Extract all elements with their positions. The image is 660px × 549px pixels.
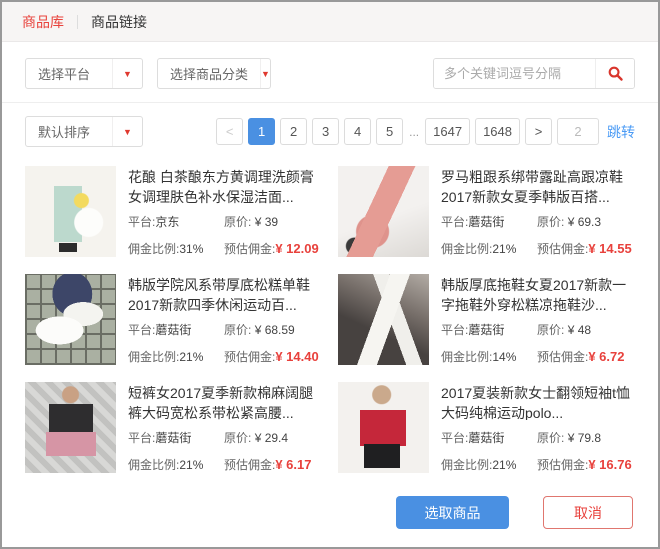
category-select-label: 选择商品分类 — [158, 64, 260, 83]
pagination-ellipsis: ... — [408, 125, 420, 139]
tab-product-link[interactable]: 商品链接 — [91, 12, 147, 32]
next-page-button[interactable]: > — [525, 118, 552, 145]
product-title: 罗马粗跟系绑带露趾高跟凉鞋2017新款女夏季韩版百搭... — [441, 167, 635, 204]
product-title: 韩版学院风系带厚底松糕单鞋2017新款四季休闲运动百... — [128, 275, 322, 312]
product-image-pink-shorts-outfit — [25, 382, 116, 473]
search-button[interactable] — [595, 59, 634, 88]
product-title: 2017夏装新款女士翻领短袖t恤大码纯棉运动polo... — [441, 383, 635, 420]
caret-down-icon: ▼ — [260, 59, 270, 88]
product-commission-rate: 佣金比例:14% — [441, 348, 537, 365]
page-button-3[interactable]: 3 — [312, 118, 339, 145]
filter-row: 选择平台 ▼ 选择商品分类 ▼ — [2, 42, 658, 103]
product-title: 花酿 白茶酿东方黄调理洗颜膏 女调理肤色补水保湿洁面... — [128, 167, 322, 204]
product-image-white-platform-slippers — [338, 274, 429, 365]
product-commission-rate: 佣金比例:31% — [128, 240, 224, 257]
product-card[interactable]: 韩版厚底拖鞋女夏2017新款一字拖鞋外穿松糕凉拖鞋沙... 平台:蘑菇街 原价:… — [338, 274, 635, 365]
product-commission-rate: 佣金比例:21% — [128, 348, 224, 365]
page-button-2[interactable]: 2 — [280, 118, 307, 145]
category-select[interactable]: 选择商品分类 ▼ — [157, 58, 271, 89]
product-commission-rate: 佣金比例:21% — [441, 456, 537, 473]
select-products-button[interactable]: 选取商品 — [396, 496, 509, 529]
platform-select-label: 选择平台 — [26, 64, 112, 83]
product-image-red-polo-shirt — [338, 382, 429, 473]
product-card[interactable]: 2017夏装新款女士翻领短袖t恤大码纯棉运动polo... 平台:蘑菇街 原价:… — [338, 382, 635, 473]
product-commission-rate: 佣金比例:21% — [441, 240, 537, 257]
product-card[interactable]: 罗马粗跟系绑带露趾高跟凉鞋2017新款女夏季韩版百搭... 平台:蘑菇街 原价:… — [338, 166, 635, 257]
search-icon — [607, 65, 624, 82]
product-platform: 平台:蘑菇街 — [128, 321, 224, 338]
product-est-commission: 预估佣金:¥ 6.17 — [224, 456, 322, 473]
product-est-commission: 预估佣金:¥ 12.09 — [224, 240, 322, 257]
product-commission-rate: 佣金比例:21% — [128, 456, 224, 473]
platform-select[interactable]: 选择平台 ▼ — [25, 58, 143, 89]
product-est-commission: 预估佣金:¥ 14.55 — [537, 240, 635, 257]
tab-bar: 商品库 商品链接 — [2, 2, 658, 42]
product-card[interactable]: 韩版学院风系带厚底松糕单鞋2017新款四季休闲运动百... 平台:蘑菇街 原价:… — [25, 274, 322, 365]
product-price: 原价: ¥ 69.3 — [537, 213, 635, 230]
page-button-1647[interactable]: 1647 — [425, 118, 470, 145]
jump-page-input[interactable] — [557, 118, 599, 145]
dialog-footer: 选取商品 取消 — [2, 480, 658, 547]
product-card[interactable]: 花酿 白茶酿东方黄调理洗颜膏 女调理肤色补水保湿洁面... 平台:京东 原价: … — [25, 166, 322, 257]
search-box — [433, 58, 635, 89]
page-button-1648[interactable]: 1648 — [475, 118, 520, 145]
tab-divider — [77, 15, 78, 29]
product-platform: 平台:蘑菇街 — [441, 321, 537, 338]
product-est-commission: 预估佣金:¥ 16.76 — [537, 456, 635, 473]
prev-page-button[interactable]: < — [216, 118, 243, 145]
product-price: 原价: ¥ 39 — [224, 213, 322, 230]
product-price: 原价: ¥ 29.4 — [224, 429, 322, 446]
search-input[interactable] — [434, 59, 595, 88]
product-price: 原价: ¥ 48 — [537, 321, 635, 338]
product-est-commission: 预估佣金:¥ 14.40 — [224, 348, 322, 365]
product-platform: 平台:蘑菇街 — [128, 429, 224, 446]
product-image-cosmetic-tube — [25, 166, 116, 257]
product-image-pink-high-heel-sandals — [338, 166, 429, 257]
product-price: 原价: ¥ 68.59 — [224, 321, 322, 338]
tab-product-library[interactable]: 商品库 — [22, 12, 64, 32]
product-card[interactable]: 短裤女2017夏季新款棉麻阔腿裤大码宽松系带松紧高腰... 平台:蘑菇街 原价:… — [25, 382, 322, 473]
caret-down-icon: ▼ — [112, 117, 142, 146]
product-picker-dialog: 商品库 商品链接 选择平台 ▼ 选择商品分类 ▼ 默认排序 ▼ — [0, 0, 660, 549]
product-title: 短裤女2017夏季新款棉麻阔腿裤大码宽松系带松紧高腰... — [128, 383, 322, 420]
product-title: 韩版厚底拖鞋女夏2017新款一字拖鞋外穿松糕凉拖鞋沙... — [441, 275, 635, 312]
sort-select[interactable]: 默认排序 ▼ — [25, 116, 143, 147]
product-price: 原价: ¥ 79.8 — [537, 429, 635, 446]
product-grid: 花酿 白茶酿东方黄调理洗颜膏 女调理肤色补水保湿洁面... 平台:京东 原价: … — [2, 160, 658, 480]
page-button-5[interactable]: 5 — [376, 118, 403, 145]
jump-button[interactable]: 跳转 — [607, 122, 635, 142]
page-button-4[interactable]: 4 — [344, 118, 371, 145]
caret-down-icon: ▼ — [112, 59, 142, 88]
cancel-button[interactable]: 取消 — [543, 496, 633, 529]
product-image-white-platform-sneakers — [25, 274, 116, 365]
product-est-commission: 预估佣金:¥ 6.72 — [537, 348, 635, 365]
product-platform: 平台:蘑菇街 — [441, 213, 537, 230]
sort-select-label: 默认排序 — [26, 122, 112, 141]
page-button-1[interactable]: 1 — [248, 118, 275, 145]
product-platform: 平台:京东 — [128, 213, 224, 230]
pagination: < 1 2 3 4 5 ... 1647 1648 > 跳转 — [216, 118, 635, 145]
toolbar: 默认排序 ▼ < 1 2 3 4 5 ... 1647 1648 > 跳转 — [2, 103, 658, 160]
product-platform: 平台:蘑菇街 — [441, 429, 537, 446]
